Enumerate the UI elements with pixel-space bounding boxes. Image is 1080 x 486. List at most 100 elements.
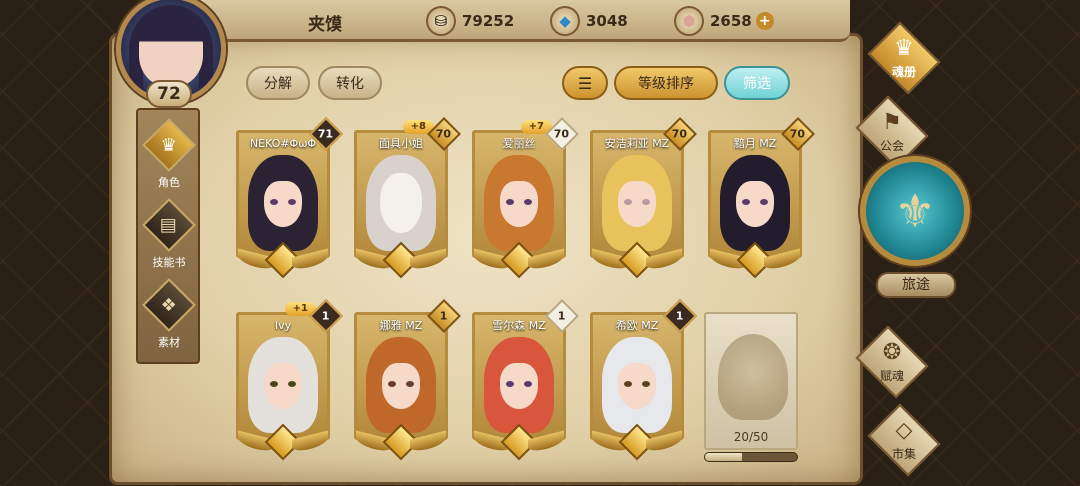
character-portrait (360, 151, 442, 255)
character-card[interactable]: 爱丽丝 +7 70 (472, 117, 579, 280)
gold-value: 79252 (462, 12, 515, 30)
sort-order-button[interactable]: ☰ (562, 66, 608, 100)
rank-emblem-icon (702, 241, 808, 279)
menu-guild-label: 公会 (879, 139, 904, 153)
rank-emblem-icon (348, 423, 454, 461)
menu-market-label: 市集 (891, 447, 916, 461)
character-portrait (714, 151, 796, 255)
character-card[interactable]: 雪尔森 MZ 1 (472, 299, 579, 462)
player-name: 夹馍 (308, 15, 342, 35)
tab-character-label: 角色 (158, 176, 180, 189)
character-icon: ♛ (142, 118, 196, 172)
portrait-eyes (624, 199, 650, 205)
soulbook-icon: ♛ (894, 36, 914, 61)
menu-soulbook-label: 魂册 (891, 65, 916, 79)
side-tabs: ♛ 角色 ▤ 技能书 ❖ 素材 (136, 108, 200, 364)
character-portrait (360, 333, 442, 437)
avatar-face (139, 17, 203, 87)
tab-skillbook[interactable]: ▤ 技能书 (140, 196, 198, 274)
menu-journey-label: 旅途 (876, 272, 956, 298)
portrait-mask (380, 173, 422, 233)
card-frame: 黯月 MZ (708, 130, 802, 258)
fragment-progress-bar (704, 452, 798, 462)
character-portrait (478, 151, 560, 255)
market-icon: ◇ (895, 418, 913, 443)
journey-icon: ⚜ (860, 156, 970, 266)
rank-emblem-icon (584, 423, 690, 461)
rank-emblem-icon (584, 241, 690, 279)
filter-button[interactable]: 筛选 (724, 66, 790, 100)
rank-emblem-icon (466, 423, 572, 461)
silhouette-portrait (718, 334, 788, 420)
level-value: 1 (440, 309, 448, 323)
decompose-button[interactable]: 分解 (246, 66, 310, 100)
character-portrait (596, 151, 678, 255)
character-card[interactable]: 娜雅 MZ 1 (354, 299, 461, 462)
gem-value: 2658 (710, 12, 752, 30)
character-portrait (478, 333, 560, 437)
portrait-eyes (270, 381, 296, 387)
level-value: 70 (436, 127, 452, 141)
character-portrait (242, 333, 324, 437)
currency-gold: ⛁ 79252 (426, 5, 514, 37)
fragment-progress-fill (705, 453, 742, 461)
currency-gem[interactable]: ⬢ 2658 + (674, 5, 774, 37)
character-portrait (242, 151, 324, 255)
portrait-eyes (506, 381, 532, 387)
material-icon: ❖ (142, 278, 196, 332)
player-level-badge: 72 (146, 80, 192, 108)
fragment-count: 20/50 (733, 430, 769, 444)
portrait-eyes (742, 199, 768, 205)
convert-button[interactable]: 转化 (318, 66, 382, 100)
level-value: 1 (558, 309, 566, 323)
menu-infuse-label: 赋魂 (879, 369, 904, 383)
currency-crystal: ◆ 3048 (550, 5, 628, 37)
card-frame: 娜雅 MZ (354, 312, 448, 440)
crystal-value: 3048 (586, 12, 628, 30)
sort-icon: ☰ (577, 73, 593, 93)
character-card[interactable]: NEKO#ΦωΦ 71 (236, 117, 343, 280)
locked-character-card[interactable]: 20/50 (704, 312, 798, 450)
level-value: 1 (322, 309, 330, 323)
character-card[interactable]: 安洁莉亚 MZ 70 (590, 117, 697, 280)
card-frame: 雪尔森 MZ (472, 312, 566, 440)
rank-emblem-icon (230, 241, 336, 279)
pink-gem-icon: ⬢ (674, 6, 704, 36)
card-frame: NEKO#ΦωΦ (236, 130, 330, 258)
rank-emblem-icon (466, 241, 572, 279)
tab-character[interactable]: ♛ 角色 (140, 116, 198, 194)
tab-material[interactable]: ❖ 素材 (140, 276, 198, 354)
character-card[interactable]: 希欧 MZ 1 (590, 299, 697, 462)
sort-by-level-button[interactable]: 等级排序 (614, 66, 718, 100)
character-portrait (596, 333, 678, 437)
menu-market[interactable]: ◇ 市集 (858, 403, 950, 477)
menu-infuse[interactable]: ❂ 赋魂 (846, 325, 938, 399)
character-card[interactable]: 黯月 MZ 70 (708, 117, 815, 280)
infuse-icon: ❂ (882, 340, 902, 365)
level-value: 1 (676, 309, 684, 323)
portrait-eyes (388, 381, 414, 387)
rank-emblem-icon (348, 241, 454, 279)
level-value: 70 (790, 127, 806, 141)
gold-coin-icon: ⛁ (426, 6, 456, 36)
menu-journey[interactable]: ⚜ 旅途 (856, 156, 974, 306)
level-value: 70 (672, 127, 688, 141)
guild-icon: ⚑ (882, 110, 902, 135)
menu-soulbook[interactable]: ♛ 魂册 (858, 21, 950, 95)
card-frame: Ivy (236, 312, 330, 440)
card-frame: 面具小姐 (354, 130, 448, 258)
portrait-eyes (270, 199, 296, 205)
level-value: 71 (318, 127, 334, 141)
card-frame: 安洁莉亚 MZ (590, 130, 684, 258)
rank-emblem-icon (230, 423, 336, 461)
portrait-eyes (624, 381, 650, 387)
card-frame: 爱丽丝 (472, 130, 566, 258)
character-card[interactable]: Ivy +1 1 (236, 299, 343, 462)
blue-crystal-icon: ◆ (550, 6, 580, 36)
add-gem-button[interactable]: + (755, 12, 774, 30)
level-value: 70 (554, 127, 570, 141)
character-card[interactable]: 面具小姐 +8 70 (354, 117, 461, 280)
portrait-eyes (506, 199, 532, 205)
skillbook-icon: ▤ (142, 198, 196, 252)
tab-material-label: 素材 (158, 336, 180, 349)
